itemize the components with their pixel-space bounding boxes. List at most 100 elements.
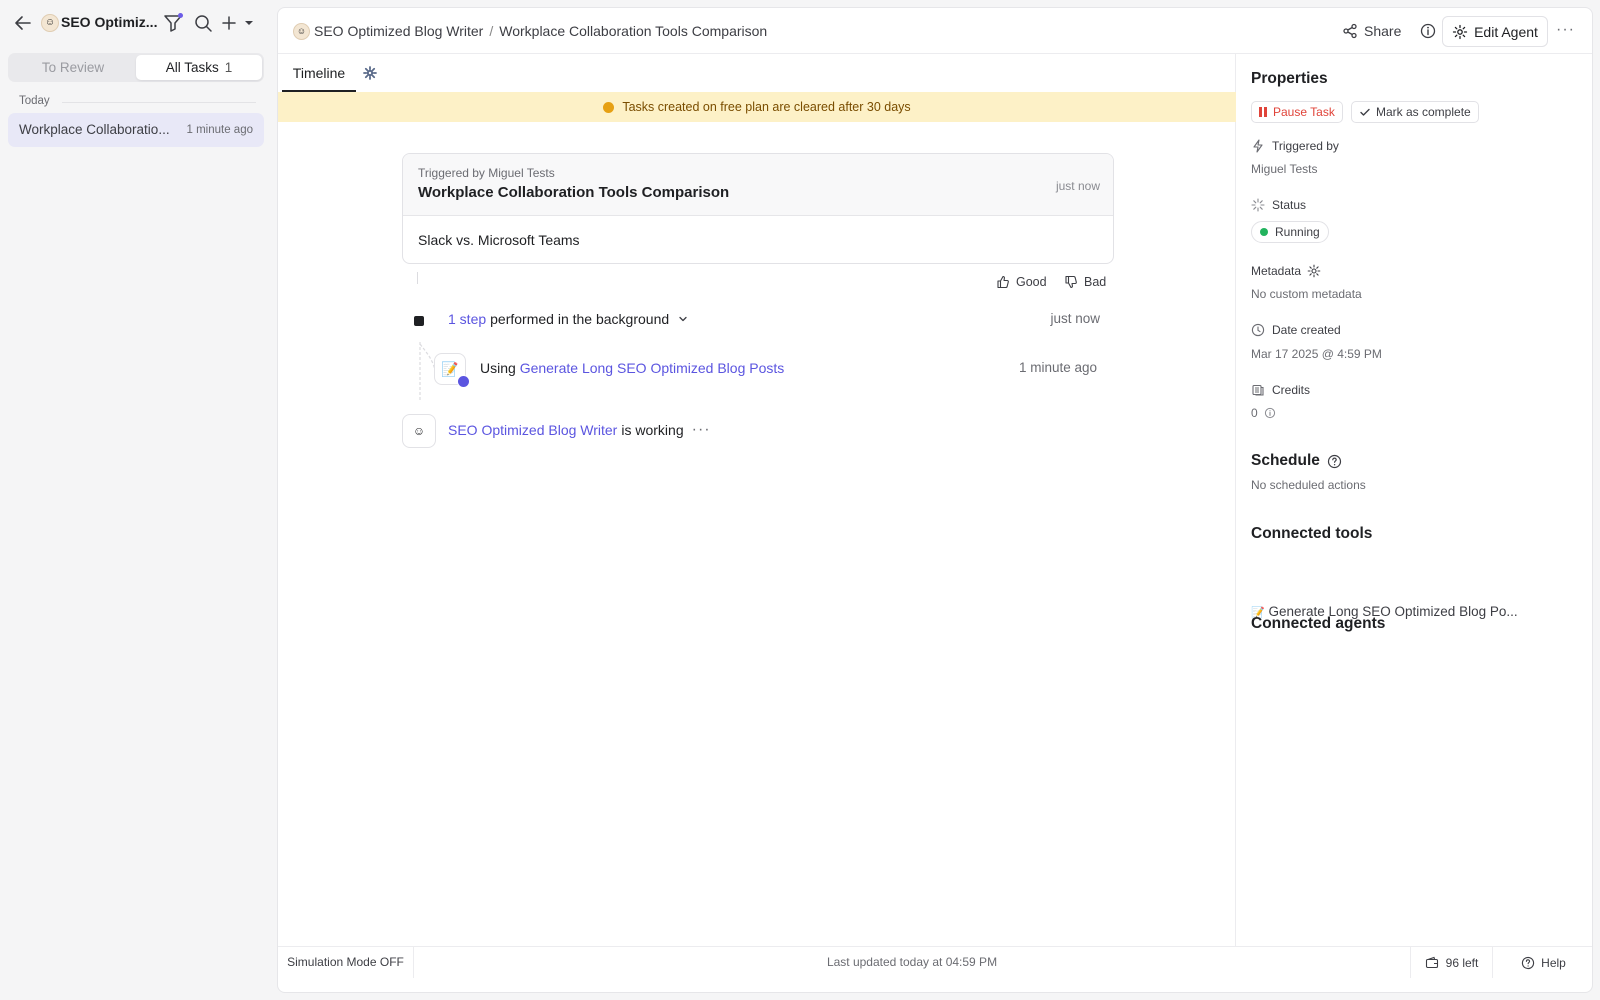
metadata-settings-icon[interactable]	[1307, 264, 1328, 278]
task-filter-tabs: To Review All Tasks 1	[8, 53, 264, 82]
mark-complete-label: Mark as complete	[1376, 105, 1471, 119]
simulation-mode-toggle[interactable]: Simulation Mode OFF	[278, 947, 414, 978]
credits-value: 0	[1251, 406, 1258, 420]
task-card-trigger: Triggered by Miguel Tests	[418, 166, 555, 180]
working-text: is working	[621, 422, 684, 438]
working-agent-avatar-icon: ☺	[402, 414, 436, 448]
help-icon	[1522, 956, 1535, 969]
good-feedback-button[interactable]: Good	[996, 275, 1047, 289]
status-text: Status	[1272, 198, 1307, 212]
tool-step: Using Generate Long SEO Optimized Blog P…	[480, 360, 784, 376]
tab-timeline[interactable]: Timeline	[282, 54, 356, 92]
pause-icon	[1259, 107, 1267, 117]
share-label: Share	[1364, 23, 1402, 39]
date-created-text: Date created	[1272, 323, 1341, 337]
info-icon[interactable]	[1418, 21, 1438, 41]
running-dot-icon	[1260, 228, 1268, 236]
tab-all-tasks[interactable]: All Tasks 1	[136, 55, 262, 80]
sidebar: ☺ SEO Optimiz... To Review All Tasks 1 To…	[0, 0, 272, 1000]
schedule-value: No scheduled actions	[1251, 478, 1366, 492]
view-tabs: Timeline	[278, 54, 1236, 92]
bad-label: Bad	[1084, 275, 1107, 289]
list-item[interactable]: Workplace Collaboratio... 1 minute ago	[8, 113, 264, 147]
info-small-icon[interactable]	[1264, 407, 1276, 419]
bad-feedback-button[interactable]: Bad	[1064, 275, 1106, 289]
tab-to-review-label: To Review	[41, 60, 105, 75]
timeline-settings-icon[interactable]	[362, 65, 378, 81]
triggered-by-text: Triggered by	[1272, 139, 1339, 153]
back-arrow-icon[interactable]	[12, 12, 34, 34]
task-card: Triggered by Miguel Tests Workplace Coll…	[402, 153, 1114, 264]
chevron-down-icon[interactable]	[677, 313, 689, 325]
connected-tools-heading: Connected tools	[1251, 525, 1373, 542]
pause-label: Pause Task	[1273, 105, 1335, 119]
steps-text: performed in the background	[490, 311, 670, 327]
task-card-header: Triggered by Miguel Tests Workplace Coll…	[403, 154, 1113, 216]
properties-panel: Properties Pause Task Mark as complete T…	[1236, 54, 1592, 946]
steps-summary: 1 step performed in the background	[448, 311, 689, 327]
working-agent-link[interactable]: SEO Optimized Blog Writer	[448, 422, 617, 438]
pause-task-button[interactable]: Pause Task	[1251, 101, 1343, 123]
steps-count-link[interactable]: 1 step	[448, 311, 486, 327]
timeline-connector	[417, 272, 418, 284]
breadcrumb-agent[interactable]: SEO Optimized Blog Writer	[314, 23, 483, 39]
connected-agents-heading: Connected agents	[1251, 615, 1386, 632]
agent-title[interactable]: SEO Optimiz...	[61, 14, 157, 30]
credits-value-row: 0	[1251, 406, 1276, 420]
plus-icon[interactable]	[218, 12, 240, 34]
credits-left-label: 96 left	[1445, 955, 1479, 970]
agent-avatar-icon: ☺	[41, 14, 59, 32]
triggered-by-value: Miguel Tests	[1251, 162, 1318, 176]
good-label: Good	[1016, 275, 1047, 289]
credits-text: Credits	[1272, 383, 1311, 397]
status-label: Status	[1251, 198, 1306, 212]
last-updated-text: Last updated today at 04:59 PM	[826, 955, 998, 969]
task-item-name: Workplace Collaboratio...	[19, 122, 170, 137]
gear-icon	[1452, 24, 1468, 39]
tool-step-prefix: Using	[480, 360, 516, 376]
steps-time: just now	[1050, 311, 1100, 326]
agent-working-status: SEO Optimized Blog Writer is working ···	[448, 421, 711, 439]
step-marker-icon	[414, 316, 424, 326]
more-options-icon[interactable]: ···	[1556, 21, 1578, 41]
mark-complete-button[interactable]: Mark as complete	[1351, 101, 1479, 123]
clock-icon	[1251, 323, 1265, 337]
edit-agent-label: Edit Agent	[1474, 23, 1538, 40]
metadata-value: No custom metadata	[1251, 287, 1362, 301]
caret-down-icon[interactable]	[242, 12, 256, 34]
tab-all-tasks-count: 1	[224, 60, 233, 75]
help-circle-icon[interactable]	[1327, 454, 1342, 469]
typing-dots-icon: ···	[691, 421, 711, 438]
timeline-area: Timeline Tasks created on free plan are …	[278, 54, 1236, 946]
properties-heading: Properties	[1251, 70, 1328, 87]
warning-dot-icon	[603, 101, 615, 113]
tab-to-review[interactable]: To Review	[10, 55, 136, 80]
thumbs-up-icon	[997, 275, 1009, 289]
sidebar-header: ☺ SEO Optimiz...	[0, 0, 272, 46]
task-card-title: Workplace Collaboration Tools Comparison	[418, 184, 730, 201]
credits-left-button[interactable]: 96 left	[1410, 947, 1492, 978]
metadata-label: Metadata	[1251, 264, 1328, 278]
filter-icon[interactable]	[162, 12, 184, 34]
date-created-label: Date created	[1251, 323, 1341, 337]
task-card-time: just now	[1055, 179, 1100, 193]
edit-agent-button[interactable]: Edit Agent	[1442, 16, 1548, 47]
schedule-heading: Schedule	[1251, 452, 1320, 469]
task-item-time: 1 minute ago	[186, 124, 254, 136]
top-bar: ☺ SEO Optimized Blog Writer / Workplace Co…	[278, 8, 1592, 54]
help-button[interactable]: Help	[1492, 947, 1592, 978]
bolt-icon	[1253, 139, 1263, 153]
loading-badge-icon	[457, 375, 470, 388]
schedule-heading-row: Schedule	[1251, 452, 1342, 470]
help-label: Help	[1541, 955, 1566, 970]
breadcrumb: SEO Optimized Blog Writer / Workplace Coll…	[314, 23, 767, 39]
coins-icon	[1252, 384, 1264, 396]
share-button[interactable]: Share	[1342, 20, 1401, 42]
spinner-icon	[1251, 198, 1265, 212]
triggered-by-label: Triggered by	[1251, 139, 1339, 153]
check-icon	[1360, 108, 1370, 116]
thumbs-down-icon	[1065, 275, 1077, 289]
search-icon[interactable]	[192, 12, 214, 34]
breadcrumb-task: Workplace Collaboration Tools Comparison	[499, 23, 768, 39]
tool-step-link[interactable]: Generate Long SEO Optimized Blog Posts	[520, 360, 785, 376]
